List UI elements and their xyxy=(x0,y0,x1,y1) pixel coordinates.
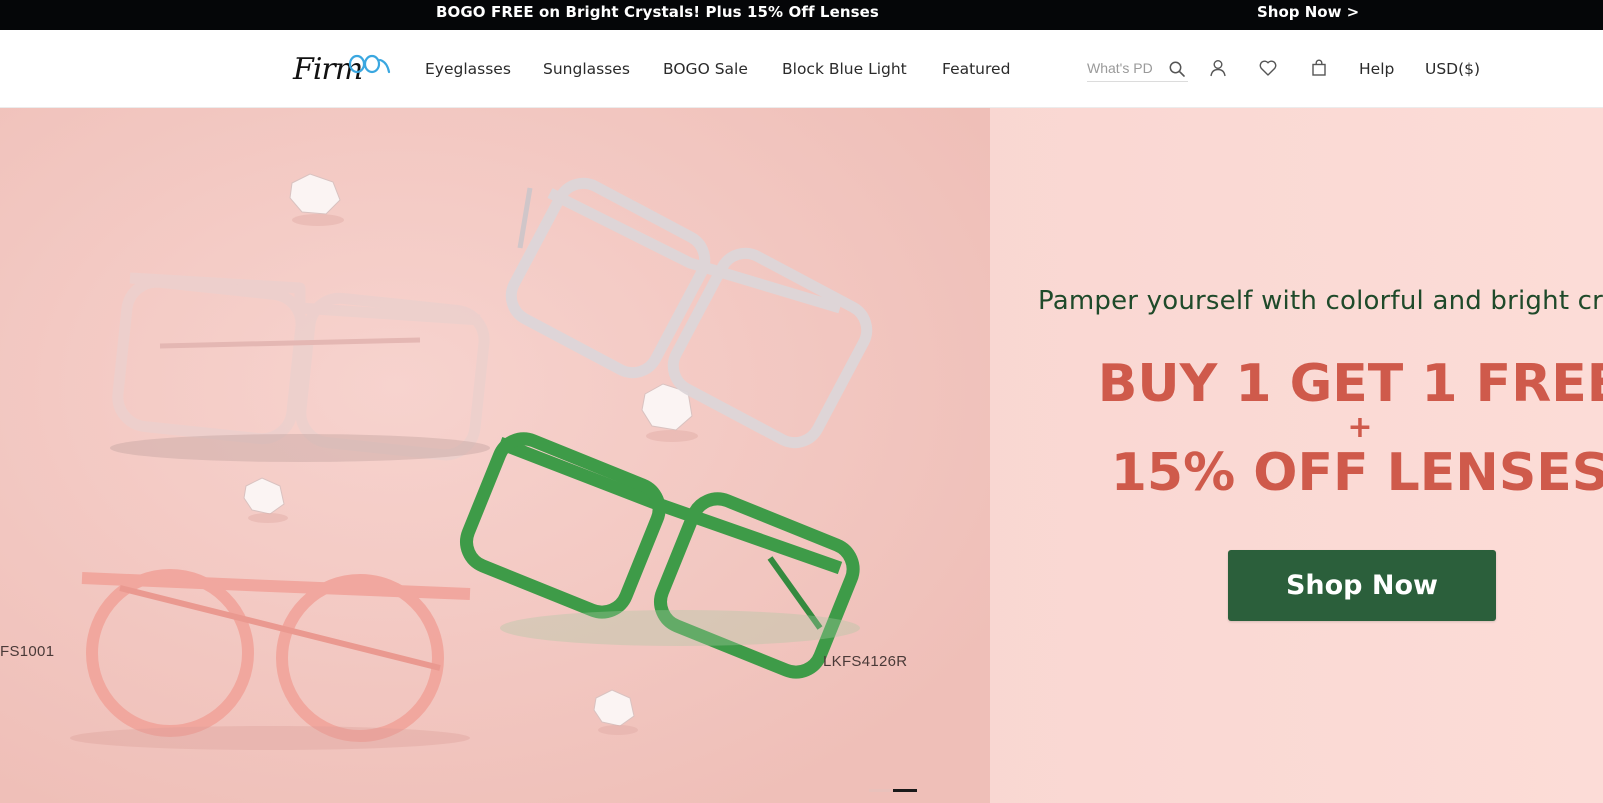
heart-icon[interactable] xyxy=(1258,58,1278,78)
promo-message: BOGO FREE on Bright Crystals! Plus 15% O… xyxy=(436,3,879,21)
nav-eyeglasses[interactable]: Eyeglasses xyxy=(425,30,511,108)
user-icon[interactable] xyxy=(1208,58,1228,78)
hero-banner[interactable]: FS1001 LKFS4126R Pamper yourself with co… xyxy=(0,108,1603,803)
promo-bar: BOGO FREE on Bright Crystals! Plus 15% O… xyxy=(0,0,1603,30)
hero-shop-now-button[interactable]: Shop Now xyxy=(1228,550,1496,621)
search-box xyxy=(1087,56,1188,82)
bag-icon[interactable] xyxy=(1309,58,1329,78)
carousel-dot-1[interactable] xyxy=(869,789,891,792)
carousel-dot-2-active[interactable] xyxy=(893,789,917,792)
hero-subtitle: Pamper yourself with colorful and bright… xyxy=(1038,286,1603,316)
nav-bogo-sale[interactable]: BOGO Sale xyxy=(663,30,748,108)
promo-shop-now-link[interactable]: Shop Now > xyxy=(1257,0,1359,30)
currency-selector[interactable]: USD($) xyxy=(1425,30,1480,108)
search-input[interactable] xyxy=(1087,58,1165,78)
search-icon[interactable] xyxy=(1168,60,1186,78)
site-logo[interactable]: Firm xyxy=(293,50,395,86)
help-link[interactable]: Help xyxy=(1359,30,1394,108)
hero-headline-1: BUY 1 GET 1 FREE xyxy=(1097,354,1603,414)
frame-label-left: FS1001 xyxy=(0,643,55,660)
hero-plus: + xyxy=(1347,410,1373,445)
logo-mark-icon xyxy=(348,54,391,74)
hero-headline-2: 15% OFF LENSES xyxy=(1110,443,1603,503)
nav-block-blue-light[interactable]: Block Blue Light xyxy=(782,30,907,108)
hero-eyeglasses-image xyxy=(0,108,990,803)
nav-sunglasses[interactable]: Sunglasses xyxy=(543,30,630,108)
frame-label-right: LKFS4126R xyxy=(823,653,908,670)
site-header: Firm Eyeglasses Sunglasses BOGO Sale Blo… xyxy=(0,30,1603,108)
nav-featured[interactable]: Featured xyxy=(942,30,1010,108)
